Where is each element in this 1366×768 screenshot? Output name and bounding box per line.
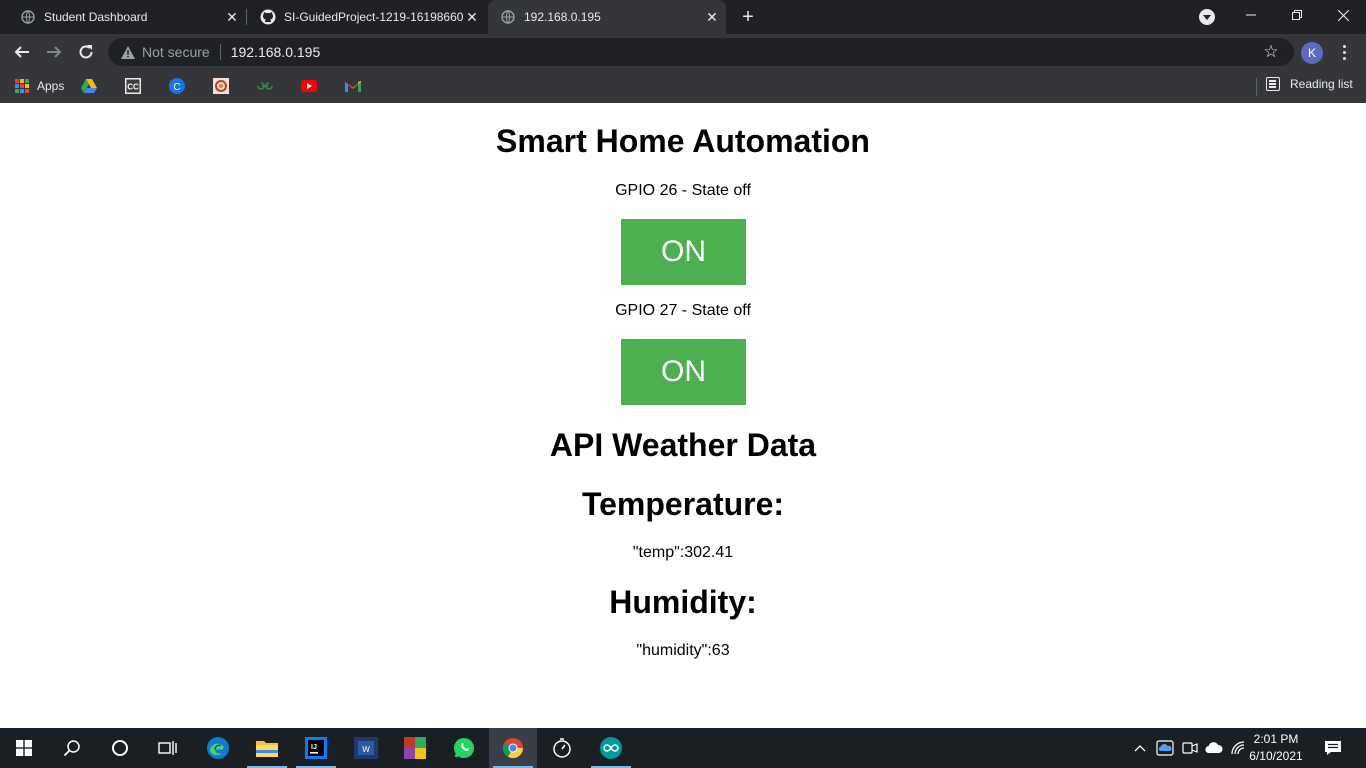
meet-now-icon[interactable]	[1180, 728, 1200, 768]
close-tab-icon[interactable]: ✕	[704, 9, 720, 25]
close-tab-icon[interactable]: ✕	[224, 9, 240, 25]
gpio-27-state: GPIO 27 - State off	[615, 302, 751, 319]
humidity-heading: Humidity:	[609, 584, 757, 620]
tab-title: SI-GuidedProject-1219-16198660	[284, 10, 464, 24]
back-button[interactable]	[8, 38, 36, 66]
weather-heading: API Weather Data	[549, 427, 817, 463]
bookmark-c-circle[interactable]: C	[169, 77, 185, 95]
restore-button[interactable]	[1274, 0, 1320, 30]
bookmarks-bar: Apps CC C Reading list	[0, 70, 1366, 103]
page-content: Smart Home Automation GPIO 26 - State of…	[0, 103, 1366, 728]
bookmark-google-drive[interactable]	[81, 77, 97, 95]
edge-icon[interactable]	[194, 728, 242, 768]
file-explorer-icon[interactable]	[243, 728, 291, 768]
address-bar[interactable]: Not secure 192.168.0.195 ☆	[108, 38, 1294, 66]
tab-strip: Student Dashboard ✕ SI-GuidedProject-121…	[0, 0, 1366, 34]
close-window-button[interactable]	[1320, 0, 1366, 30]
whatsapp-icon[interactable]	[440, 728, 488, 768]
clock-date: 6/10/2021	[1249, 749, 1303, 763]
security-label[interactable]: Not secure	[142, 44, 210, 60]
winrar-icon[interactable]	[391, 728, 439, 768]
bookmarks-separator	[1256, 78, 1257, 96]
show-hidden-icons-chevron-icon[interactable]	[1130, 728, 1150, 768]
minimize-button[interactable]	[1228, 0, 1274, 30]
humidity-value: "humidity":63	[636, 642, 730, 659]
timer-icon[interactable]	[538, 728, 586, 768]
onedrive-cloud-icon[interactable]	[1203, 728, 1225, 768]
reading-list-label: Reading list	[1290, 77, 1353, 91]
page-title: Smart Home Automation	[496, 123, 870, 159]
system-clock[interactable]: 2:01 PM 6/10/2021	[1244, 731, 1308, 765]
address-divider	[219, 44, 221, 60]
c-circle-icon: C	[169, 78, 185, 94]
cc-icon: CC	[125, 78, 141, 94]
github-icon	[260, 9, 276, 25]
chrome-icon[interactable]	[489, 728, 537, 768]
gmail-icon	[345, 78, 361, 94]
tab-student-dashboard[interactable]: Student Dashboard ✕	[0, 0, 246, 34]
reading-list-button[interactable]: Reading list	[1266, 77, 1353, 91]
new-tab-button[interactable]: +	[738, 7, 758, 27]
youtube-icon	[301, 78, 317, 94]
tab-github-project[interactable]: SI-GuidedProject-1219-16198660 ✕	[240, 0, 486, 34]
windows-taskbar: IJ W 2:01 PM 6/10/2021	[0, 728, 1366, 768]
temperature-value: "temp":302.41	[632, 544, 734, 561]
globe-icon	[500, 9, 516, 25]
cortana-icon[interactable]	[96, 728, 144, 768]
clock-time: 2:01 PM	[1253, 732, 1299, 746]
gpio-26-on-button[interactable]: ON	[621, 219, 746, 285]
tab-search-icon[interactable]	[1199, 9, 1215, 25]
bookmark-gmail[interactable]	[345, 77, 361, 95]
intellij-icon[interactable]: IJ	[292, 728, 340, 768]
tab-active-ip[interactable]: 192.168.0.195 ✕	[488, 0, 726, 34]
bookmark-cc[interactable]: CC	[125, 77, 141, 95]
svg-text:IJ: IJ	[311, 744, 317, 751]
reload-button[interactable]	[72, 38, 100, 66]
tab-title: 192.168.0.195	[524, 10, 601, 24]
gpio-27-on-button[interactable]: ON	[621, 339, 746, 405]
apps-label: Apps	[37, 79, 65, 93]
svg-text:C: C	[173, 82, 180, 93]
task-view-icon[interactable]	[144, 728, 192, 768]
bookmark-geeksforgeeks[interactable]	[257, 77, 273, 95]
url-text[interactable]: 192.168.0.195	[231, 44, 321, 60]
arduino-icon[interactable]	[587, 728, 635, 768]
browser-toolbar: Not secure 192.168.0.195 ☆ K	[0, 34, 1366, 70]
svg-text:CC: CC	[127, 83, 139, 92]
bookmark-star-icon[interactable]: ☆	[1262, 43, 1280, 61]
temperature-heading: Temperature:	[581, 486, 785, 522]
search-icon[interactable]	[48, 728, 96, 768]
globe-icon	[20, 9, 36, 25]
apps-grid-icon	[15, 79, 29, 93]
notifications-icon[interactable]	[1318, 728, 1348, 768]
svg-text:W: W	[362, 745, 370, 754]
windows-start-icon[interactable]	[0, 728, 48, 768]
gpio-26-state: GPIO 26 - State off	[615, 182, 751, 199]
bookmark-youtube[interactable]	[301, 77, 317, 95]
menu-kebab-icon[interactable]	[1336, 42, 1352, 62]
onedrive-sync-icon[interactable]	[1155, 728, 1175, 768]
bookmark-apps[interactable]: Apps	[15, 77, 64, 95]
geeksforgeeks-icon	[257, 78, 273, 94]
reading-list-icon	[1266, 77, 1280, 91]
bookmark-coursera[interactable]	[213, 77, 229, 95]
close-tab-icon[interactable]: ✕	[464, 9, 480, 25]
google-drive-icon	[81, 78, 97, 94]
tab-title: Student Dashboard	[44, 10, 148, 24]
profile-avatar[interactable]: K	[1301, 42, 1323, 64]
coursera-icon	[213, 78, 229, 94]
forward-button[interactable]	[40, 38, 68, 66]
warning-icon[interactable]	[120, 44, 136, 60]
visual-studio-icon[interactable]: W	[342, 728, 390, 768]
